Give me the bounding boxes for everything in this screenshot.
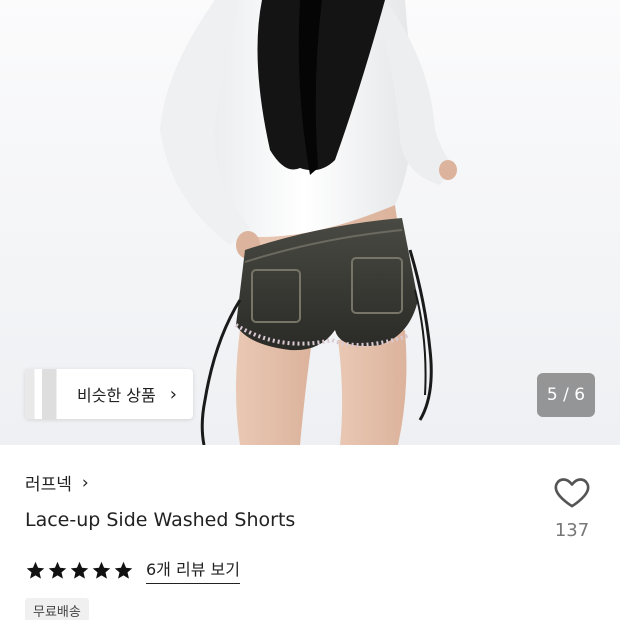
rating-row: 6개 리뷰 보기 bbox=[25, 556, 240, 584]
star-icon bbox=[48, 561, 67, 579]
rating-stars bbox=[25, 560, 134, 581]
brand-name: 러프넥 bbox=[25, 475, 72, 495]
image-counter: 5 / 6 bbox=[537, 373, 595, 417]
star-icon bbox=[114, 561, 133, 579]
star-icon bbox=[70, 561, 89, 579]
similar-products-label: 비슷한 상품 bbox=[77, 386, 156, 405]
similar-products-button[interactable]: 비슷한 상품 › bbox=[25, 369, 193, 419]
star-icon bbox=[92, 561, 111, 579]
like-button[interactable]: 137 bbox=[548, 472, 596, 541]
heart-icon bbox=[554, 478, 590, 508]
chevron-right-icon: › bbox=[169, 383, 177, 405]
chevron-right-icon: › bbox=[81, 472, 89, 493]
product-image[interactable]: 비슷한 상품 › 5 / 6 bbox=[0, 0, 620, 445]
review-link[interactable]: 6개 리뷰 보기 bbox=[146, 556, 240, 584]
brand-link[interactable]: 러프넥 › bbox=[25, 470, 89, 496]
similar-products-thumbnail bbox=[25, 369, 57, 419]
star-icon bbox=[26, 561, 45, 579]
product-title: Lace-up Side Washed Shorts bbox=[25, 509, 296, 531]
like-count: 137 bbox=[554, 520, 590, 541]
free-shipping-badge: 무료배송 bbox=[25, 598, 89, 620]
